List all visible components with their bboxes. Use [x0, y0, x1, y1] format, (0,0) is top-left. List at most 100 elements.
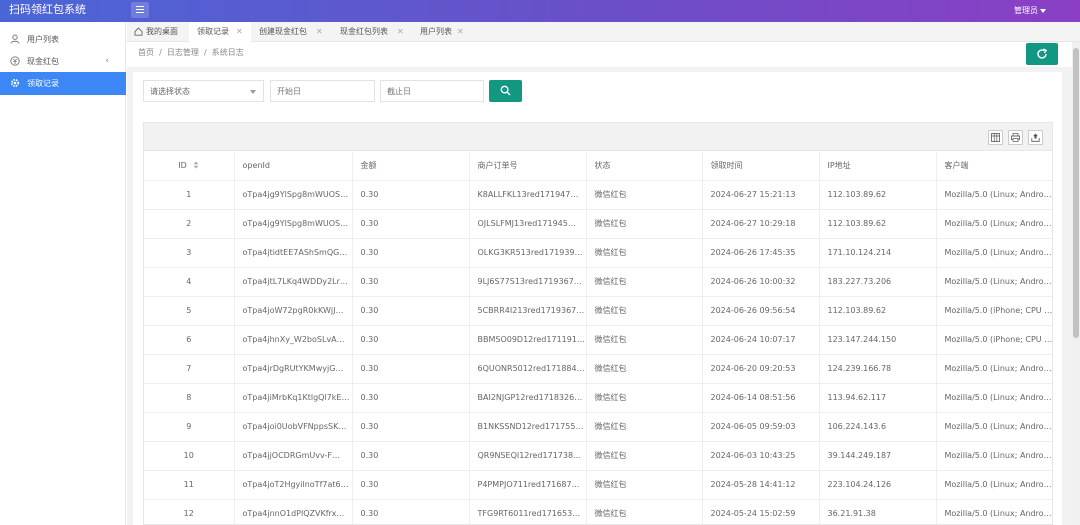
column-header-openid: openId: [234, 151, 353, 181]
cell-claim-time: 2024-06-24 10:07:17: [702, 325, 820, 355]
tab-user-list[interactable]: 用户列表 ✕: [411, 22, 469, 42]
cell-client: Mozilla/5.0 (Linux; Androi…: [936, 354, 1052, 384]
cell-amount: 0.30: [352, 296, 470, 326]
close-icon[interactable]: ✕: [457, 22, 464, 42]
cell-id: 4: [144, 267, 235, 297]
cell-client: Mozilla/5.0 (Linux; Androi…: [936, 209, 1052, 239]
cell-claim-time: 2024-05-28 14:41:12: [702, 470, 820, 500]
table-row[interactable]: 9 oTpa4joi0UobVFNppsSK… 0.30 B1NKSSND12red1…: [144, 412, 1052, 442]
table-row[interactable]: 8 oTpa4jiMrbKq1KtlgQl7kE… 0.30 BAI2NJGP12re…: [144, 383, 1052, 413]
end-date-input[interactable]: [380, 80, 484, 102]
cell-ip: 183.227.73.206: [819, 267, 937, 297]
table-row[interactable]: 7 oTpa4jrDgRUtYKMwyjG… 0.30 6QUONR5012red17…: [144, 354, 1052, 384]
chevron-left-icon[interactable]: ‹: [105, 56, 109, 67]
cell-id: 6: [144, 325, 235, 355]
top-header: 扫码领红包系统 管理员: [0, 0, 1080, 22]
menu-toggle-button[interactable]: [131, 2, 149, 18]
cell-openid: oTpa4jtidtEE7AShSmQG…: [234, 238, 353, 268]
table-row[interactable]: 12 oTpa4jnnO1dPlQZVKfrx… 0.30 TFG9RT6011red…: [144, 499, 1052, 524]
tab-create-cash-redpacket[interactable]: 创建现金红包 ✕: [251, 22, 331, 42]
close-icon[interactable]: ✕: [236, 22, 243, 42]
sort-icon[interactable]: [193, 161, 199, 169]
search-button[interactable]: [489, 80, 522, 102]
tab-claim-records[interactable]: 领取记录 ✕: [189, 22, 251, 42]
cell-status: 微信红包: [586, 325, 703, 355]
cell-order-no: 9LJ6S77S13red1719367…: [469, 267, 587, 297]
cell-order-no: K8ALLFKL13red171947…: [469, 180, 587, 210]
cell-openid: oTpa4jnnO1dPlQZVKfrx…: [234, 499, 353, 524]
table-row[interactable]: 2 oTpa4jg9YlSpg8mWUOS… 0.30 OJLSLFMJ13red17…: [144, 209, 1052, 239]
cell-openid: oTpa4jg9YlSpg8mWUOS…: [234, 209, 353, 239]
sidebar-item-cash-redpacket[interactable]: 现金红包 ‹: [0, 50, 126, 73]
print-icon: [1011, 133, 1020, 142]
cell-status: 微信红包: [586, 470, 703, 500]
cell-claim-time: 2024-06-27 10:29:18: [702, 209, 820, 239]
table-row[interactable]: 11 oTpa4joT2HgyilnoTf7at6… 0.30 P4PMPJO711r…: [144, 470, 1052, 500]
cell-ip: 171.10.124.214: [819, 238, 937, 268]
user-icon: [10, 34, 20, 44]
cell-order-no: BAI2NJGP12red1718326…: [469, 383, 587, 413]
tab-my-desktop[interactable]: 我的桌面: [127, 22, 189, 42]
cell-id: 8: [144, 383, 235, 413]
start-date-input[interactable]: [270, 80, 375, 102]
close-icon[interactable]: ✕: [397, 22, 404, 42]
status-select[interactable]: 请选择状态: [143, 80, 264, 102]
tab-cash-redpacket-list[interactable]: 现金红包列表 ✕: [331, 22, 411, 42]
sidebar-item-user-list[interactable]: 用户列表: [0, 28, 126, 51]
cell-status: 微信红包: [586, 267, 703, 297]
search-icon: [500, 85, 511, 96]
cell-amount: 0.30: [352, 383, 470, 413]
cell-order-no: 5CBRR4I213red1719367…: [469, 296, 587, 326]
chevron-down-icon: [250, 90, 256, 94]
cell-client: Mozilla/5.0 (iPhone; CPU …: [936, 325, 1052, 355]
cell-order-no: B1NKSSND12red171755…: [469, 412, 587, 442]
cell-client: Mozilla/5.0 (Linux; Androi…: [936, 267, 1052, 297]
cell-id: 2: [144, 209, 235, 239]
table-body: 1 oTpa4jg9YlSpg8mWUOS… 0.30 K8ALLFKL13red17…: [144, 180, 1052, 524]
cell-status: 微信红包: [586, 354, 703, 384]
print-button[interactable]: [1008, 130, 1023, 145]
cell-claim-time: 2024-06-27 15:21:13: [702, 180, 820, 210]
export-button[interactable]: [1028, 130, 1043, 145]
cell-ip: 106.224.143.6: [819, 412, 937, 442]
cell-ip: 36.21.91.38: [819, 499, 937, 524]
records-table: ID openId 金额 商户订单号 状态 领取时间 IP地址 客户端 1 oTp…: [143, 122, 1053, 525]
cell-order-no: TFG9RT6011red171653…: [469, 499, 587, 524]
cell-client: Mozilla/5.0 (Linux; Androi…: [936, 238, 1052, 268]
table-row[interactable]: 5 oTpa4joW72pgR0kKWjJ… 0.30 5CBRR4I213red17…: [144, 296, 1052, 326]
cell-openid: oTpa4jhnXy_W2boSLvA…: [234, 325, 353, 355]
close-icon[interactable]: ✕: [316, 22, 323, 42]
table-row[interactable]: 10 oTpa4jjOCDRGmUvv-F… 0.30 QR9NSEQI12red17…: [144, 441, 1052, 471]
cell-id: 11: [144, 470, 235, 500]
sidebar-item-label: 用户列表: [27, 35, 59, 44]
column-header-ip: IP地址: [819, 151, 937, 181]
table-row[interactable]: 3 oTpa4jtidtEE7AShSmQG… 0.30 OLKG3KR513red1…: [144, 238, 1052, 268]
table-row[interactable]: 6 oTpa4jhnXy_W2boSLvA… 0.30 BBMSO09D12red17…: [144, 325, 1052, 355]
cell-client: Mozilla/5.0 (Linux; Androi…: [936, 470, 1052, 500]
cell-claim-time: 2024-06-14 08:51:56: [702, 383, 820, 413]
cell-claim-time: 2024-06-26 09:56:54: [702, 296, 820, 326]
column-header-claim-time: 领取时间: [702, 151, 820, 181]
admin-user-menu[interactable]: 管理员: [1014, 5, 1038, 16]
cell-ip: 112.103.89.62: [819, 209, 937, 239]
sidebar-item-claim-records[interactable]: 领取记录: [0, 72, 126, 95]
column-header-id[interactable]: ID: [144, 151, 235, 181]
cell-status: 微信红包: [586, 412, 703, 442]
cell-claim-time: 2024-06-26 17:45:35: [702, 238, 820, 268]
cell-status: 微信红包: [586, 499, 703, 524]
page-scrollbar-thumb[interactable]: [1073, 48, 1079, 338]
tab-bar: 我的桌面 领取记录 ✕ 创建现金红包 ✕ 现金红包列表 ✕ 用户列表 ✕: [127, 22, 1080, 42]
cell-ip: 113.94.62.117: [819, 383, 937, 413]
cell-amount: 0.30: [352, 499, 470, 524]
table-row[interactable]: 4 oTpa4jtL7LKq4WDDy2Lr… 0.30 9LJ6S77S13red1…: [144, 267, 1052, 297]
cell-claim-time: 2024-05-24 15:02:59: [702, 499, 820, 524]
menu-icon: [136, 6, 144, 7]
table-toolbar: [144, 123, 1052, 151]
refresh-button[interactable]: [1026, 43, 1058, 65]
cell-id: 12: [144, 499, 235, 524]
cell-claim-time: 2024-06-03 10:43:25: [702, 441, 820, 471]
table-row[interactable]: 1 oTpa4jg9YlSpg8mWUOS… 0.30 K8ALLFKL13red17…: [144, 180, 1052, 210]
caret-down-icon[interactable]: [1040, 9, 1046, 13]
columns-filter-button[interactable]: [988, 130, 1003, 145]
cell-ip: 112.103.89.62: [819, 180, 937, 210]
